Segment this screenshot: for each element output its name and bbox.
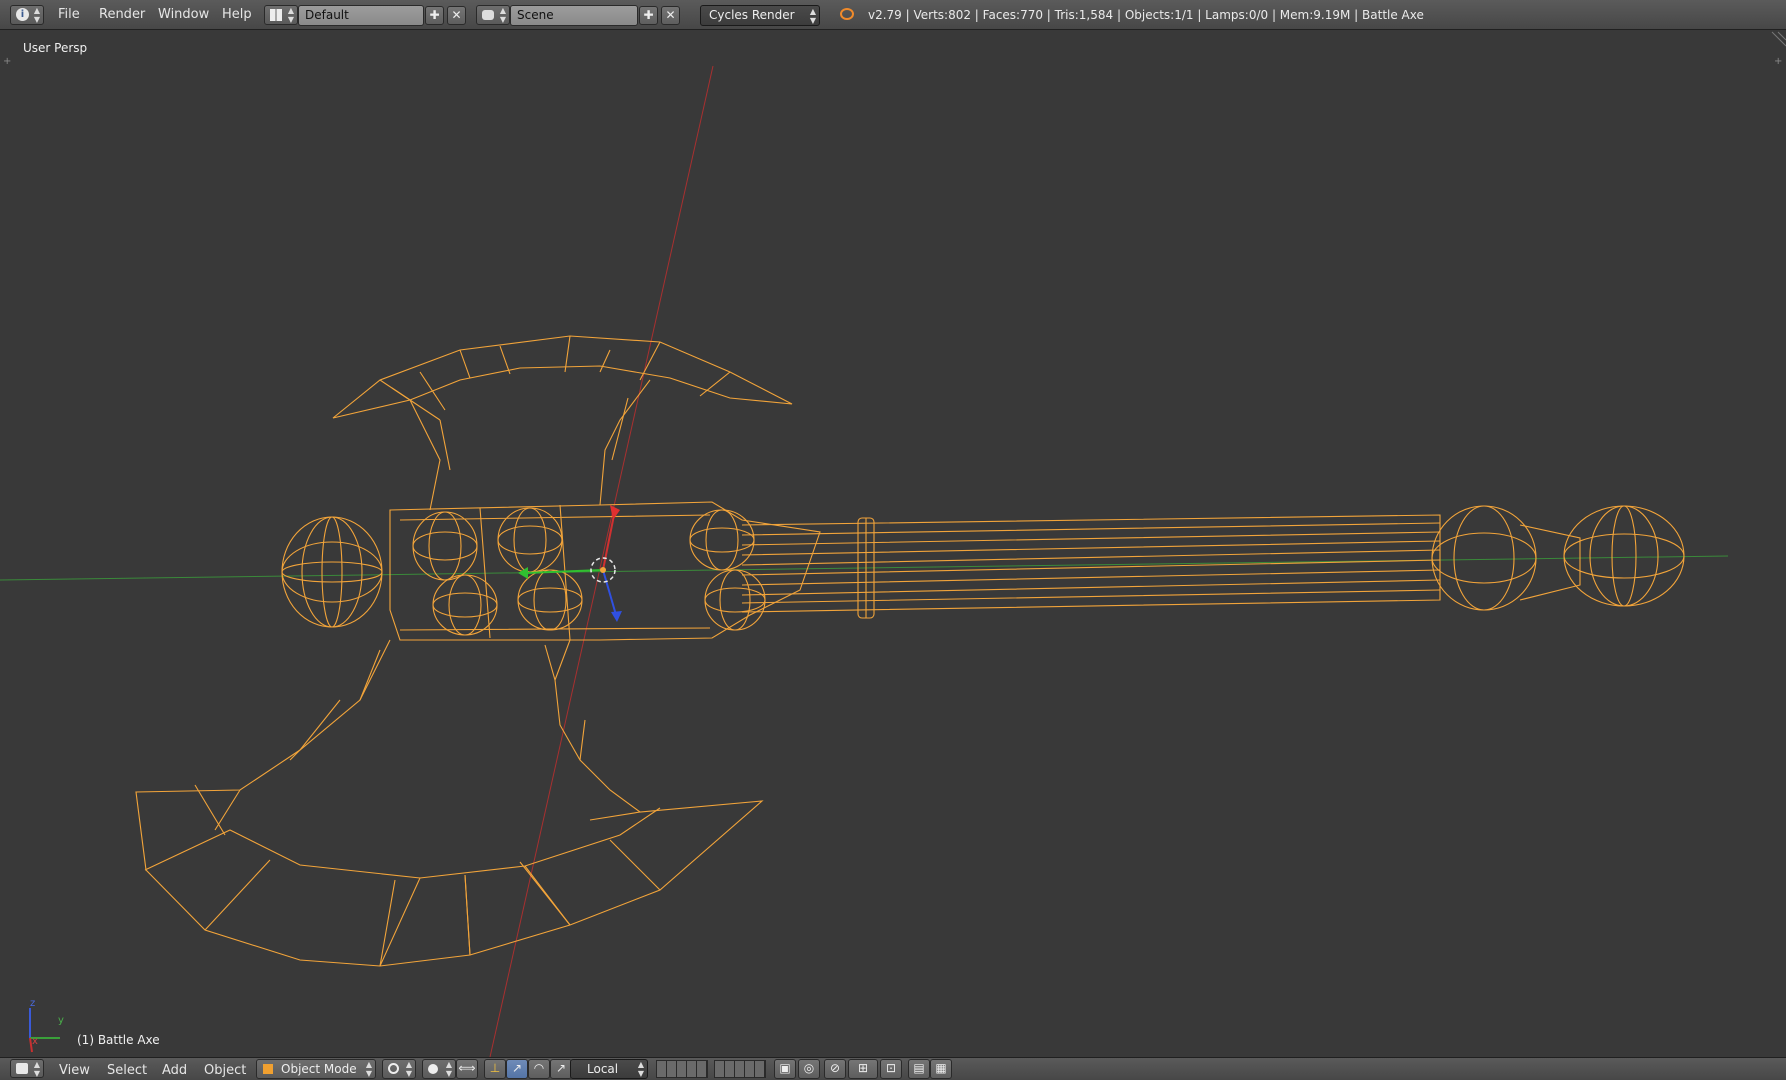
- menu-file[interactable]: File: [58, 7, 80, 22]
- manipulator-toggle[interactable]: ⊥: [484, 1059, 506, 1079]
- menu-view[interactable]: View: [59, 1063, 90, 1078]
- interaction-mode-dropdown[interactable]: Object Mode ▲ ▼: [256, 1059, 376, 1079]
- wireframe-sphere-icon: [388, 1063, 399, 1074]
- screen-layout-selector[interactable]: ▲ ▼: [264, 5, 298, 25]
- chevron-updown-icon: ▲ ▼: [287, 6, 294, 24]
- editor-type-button[interactable]: ▲ ▼: [10, 1059, 44, 1078]
- x-axis-line: [489, 65, 714, 1057]
- editor-type-button[interactable]: i ▲ ▼: [10, 5, 44, 25]
- cube-icon: [263, 1064, 273, 1074]
- viewport-canvas[interactable]: + +: [0, 30, 1786, 1057]
- axis-orientation-gizmo: [29, 1008, 60, 1053]
- scene-selector[interactable]: ▲ ▼: [476, 5, 510, 25]
- chevron-updown-icon: ▲ ▼: [405, 1060, 412, 1078]
- 3d-view-icon: [16, 1063, 28, 1074]
- transform-manipulator[interactable]: [518, 505, 622, 622]
- orientation-label: Local: [587, 1062, 619, 1076]
- panel-toggle-left-icon: +: [3, 56, 11, 67]
- blender-logo-icon: [840, 8, 854, 20]
- chevron-updown-icon: ▲ ▼: [499, 6, 506, 24]
- scene-name-field[interactable]: Scene: [510, 5, 638, 26]
- menu-help[interactable]: Help: [222, 7, 252, 22]
- info-header: i ▲ ▼ File Render Window Help ▲ ▼ Default …: [0, 0, 1786, 30]
- axis-label-y: y: [58, 1015, 64, 1026]
- info-icon: i: [16, 8, 29, 21]
- screen-layout-name-field[interactable]: Default: [298, 5, 424, 26]
- 3d-viewport[interactable]: User Persp + + z y x (1) Battle Axe: [0, 30, 1786, 1057]
- opengl-render-animation-button[interactable]: ▦: [930, 1059, 952, 1079]
- render-engine-dropdown[interactable]: Cycles Render ▲ ▼: [700, 5, 820, 26]
- chevron-updown-icon: ▲ ▼: [809, 7, 816, 25]
- chevron-updown-icon: ▲ ▼: [33, 6, 40, 24]
- translate-manipulator-button[interactable]: ↗: [506, 1059, 528, 1079]
- layer-buttons-group-1[interactable]: [656, 1060, 708, 1078]
- chevron-updown-icon: ▲ ▼: [637, 1060, 644, 1078]
- add-screen-button[interactable]: ✚: [425, 6, 444, 25]
- chevron-updown-icon: ▲ ▼: [33, 1060, 40, 1078]
- axis-label-z: z: [30, 998, 36, 1009]
- limit-selection-toggle[interactable]: ⟺: [456, 1059, 478, 1079]
- rotate-manipulator-button[interactable]: ◠: [528, 1059, 550, 1079]
- snap-toggle-button[interactable]: ⊘: [824, 1059, 846, 1079]
- add-scene-button[interactable]: ✚: [639, 6, 658, 25]
- scene-icon: [482, 10, 494, 20]
- scale-manipulator-button[interactable]: ↗: [550, 1059, 572, 1079]
- axis-label-x: x: [32, 1036, 38, 1047]
- panel-toggle-right-icon: +: [1774, 56, 1782, 67]
- lock-layers-button[interactable]: ▣: [774, 1059, 796, 1079]
- render-engine-label: Cycles Render: [709, 8, 795, 22]
- menu-select[interactable]: Select: [107, 1063, 147, 1078]
- menu-window[interactable]: Window: [158, 7, 209, 22]
- menu-render[interactable]: Render: [99, 7, 145, 22]
- y-axis-line: [0, 555, 1729, 581]
- layer-buttons-group-2[interactable]: [714, 1060, 766, 1078]
- battle-axe-wireframe: [135, 335, 1685, 967]
- menu-object[interactable]: Object: [204, 1063, 246, 1078]
- pivot-point-dropdown[interactable]: ▲ ▼: [422, 1059, 456, 1079]
- menu-add[interactable]: Add: [162, 1063, 187, 1078]
- chevron-updown-icon: ▲ ▼: [445, 1060, 452, 1078]
- scene-statistics: v2.79 | Verts:802 | Faces:770 | Tris:1,5…: [868, 8, 1424, 22]
- chevron-updown-icon: ▲ ▼: [365, 1060, 372, 1078]
- delete-screen-button[interactable]: ✕: [447, 6, 466, 25]
- delete-scene-button[interactable]: ✕: [661, 6, 680, 25]
- area-split-widget-top-right[interactable]: [1771, 31, 1786, 47]
- mode-label: Object Mode: [281, 1062, 357, 1076]
- viewport-shading-dropdown[interactable]: ▲ ▼: [382, 1059, 416, 1079]
- transform-orientation-dropdown[interactable]: Local ▲ ▼: [570, 1059, 648, 1079]
- layout-grid-icon: [270, 9, 282, 21]
- proportional-editing-button[interactable]: ◎: [798, 1059, 820, 1079]
- pivot-icon: [428, 1064, 438, 1074]
- 3d-view-header: ▲ ▼ View Select Add Object Object Mode ▲ ▼…: [0, 1057, 1786, 1080]
- snap-target-button[interactable]: ⊡: [880, 1059, 902, 1079]
- active-object-label: (1) Battle Axe: [77, 1033, 160, 1047]
- opengl-render-image-button[interactable]: ▤: [908, 1059, 930, 1079]
- snap-element-dropdown[interactable]: ⊞: [848, 1059, 878, 1079]
